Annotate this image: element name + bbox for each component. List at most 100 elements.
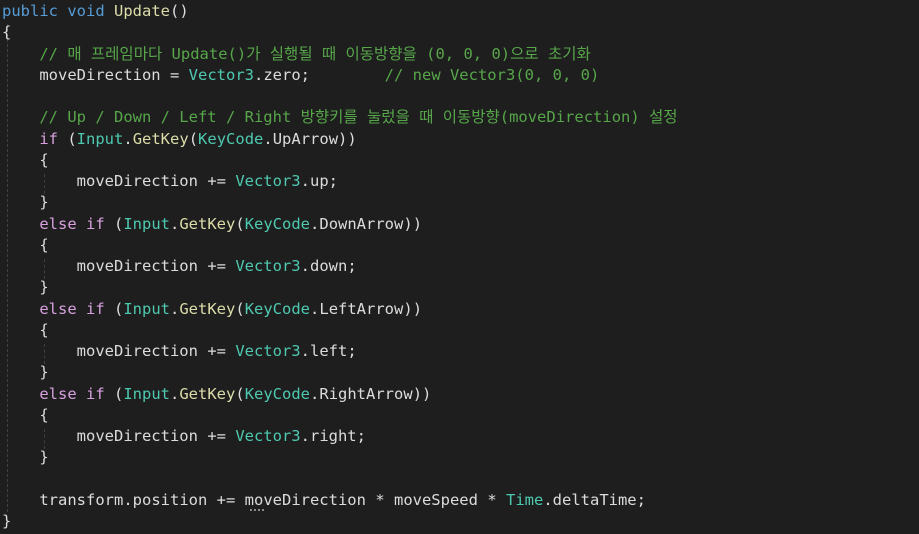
code-token: += xyxy=(197,427,236,445)
code-token: . xyxy=(170,214,180,233)
code-token: KeyCode xyxy=(244,214,311,233)
code-token: KeyCode xyxy=(244,299,311,318)
code-token: * xyxy=(477,490,506,509)
code-token: { xyxy=(2,320,49,339)
code-token: ( xyxy=(104,299,124,318)
code-token: ( xyxy=(104,214,124,233)
code-token: . xyxy=(300,427,310,445)
code-token: Vector3 xyxy=(188,65,254,84)
code-line[interactable]: { xyxy=(2,150,49,171)
code-token: { xyxy=(2,235,49,254)
code-token: Input xyxy=(123,299,170,318)
code-token: . xyxy=(170,299,180,318)
code-token: Vector3 xyxy=(235,427,301,445)
code-token: )) xyxy=(412,384,432,403)
code-token: zero xyxy=(263,65,301,84)
code-token: Input xyxy=(123,214,170,233)
code-line[interactable]: moveDirection += Vector3.up; xyxy=(2,171,338,192)
code-token: left xyxy=(309,342,348,360)
code-token: UpArrow xyxy=(272,129,339,148)
code-token: . xyxy=(310,299,320,318)
code-token: ( xyxy=(188,129,199,148)
code-line[interactable]: public void Update() xyxy=(2,1,189,22)
code-token: . xyxy=(300,342,310,360)
code-line[interactable]: moveDirection += Vector3.down; xyxy=(2,256,357,277)
code-token: } xyxy=(2,448,49,467)
code-token: position xyxy=(132,490,208,509)
code-token: . xyxy=(310,384,320,403)
code-token: . xyxy=(123,490,133,509)
code-token: void xyxy=(67,2,105,20)
code-token: GetKey xyxy=(179,384,236,403)
code-token: Input xyxy=(123,384,170,403)
code-token: moveDirection xyxy=(76,257,198,275)
code-token: { xyxy=(2,23,12,42)
code-line[interactable]: moveDirection = Vector3.zero; // new Vec… xyxy=(2,65,599,86)
code-line[interactable]: // Up / Down / Left / Right 방향키를 눌렀을 때 이… xyxy=(2,107,678,128)
code-token: . xyxy=(123,129,133,148)
code-token: () xyxy=(170,2,189,20)
code-token: ( xyxy=(235,384,245,403)
code-line[interactable]: } xyxy=(2,447,49,468)
code-token: += xyxy=(207,490,245,509)
code-token: // Up / Down / Left / Right 방향키를 눌렀을 때 이… xyxy=(39,108,678,127)
code-line[interactable]: transform.position += moveDirection * mo… xyxy=(2,490,646,511)
code-token: else if xyxy=(39,214,105,233)
code-line[interactable]: } xyxy=(2,192,49,213)
code-token: Time xyxy=(505,490,544,509)
code-line[interactable]: else if (Input.GetKey(KeyCode.LeftArrow)… xyxy=(2,299,422,320)
code-line[interactable]: { xyxy=(2,235,49,256)
code-editor[interactable]: public void Update(){ // 매 프레임마다 Update(… xyxy=(0,0,919,534)
code-token: Vector3 xyxy=(235,172,301,190)
code-token: } xyxy=(2,193,49,212)
code-token: { xyxy=(2,150,49,169)
code-token: . xyxy=(310,214,320,233)
code-line[interactable]: else if (Input.GetKey(KeyCode.DownArrow)… xyxy=(2,214,422,235)
code-token: ; xyxy=(300,65,385,84)
code-token: ; xyxy=(347,257,357,275)
code-token: up xyxy=(309,172,329,190)
code-line[interactable]: { xyxy=(2,405,49,426)
code-token: . xyxy=(263,129,273,148)
code-token: ( xyxy=(235,299,245,318)
code-token: Vector3 xyxy=(235,342,301,360)
code-token: moveDirection xyxy=(76,427,198,445)
code-line[interactable]: { xyxy=(2,320,49,341)
code-token: )) xyxy=(338,129,357,148)
code-token: moveSpeed xyxy=(393,490,478,509)
code-token: { xyxy=(2,405,49,424)
code-token: ( xyxy=(235,214,245,233)
code-line[interactable]: // 매 프레임마다 Update()가 실행될 때 이동방향을 (0, 0, … xyxy=(2,44,590,65)
code-line[interactable]: moveDirection += Vector3.right; xyxy=(2,426,366,447)
code-line[interactable]: { xyxy=(2,22,11,43)
code-line[interactable]: } xyxy=(2,362,49,383)
code-token: GetKey xyxy=(179,214,236,233)
code-token: moveDirection xyxy=(76,172,198,190)
code-line[interactable]: } xyxy=(2,511,11,532)
code-token: += xyxy=(197,257,236,275)
code-line[interactable]: } xyxy=(2,277,48,298)
code-token: moveDirection xyxy=(39,65,161,84)
code-line[interactable]: moveDirection += Vector3.left; xyxy=(2,341,357,362)
code-token: ; xyxy=(328,172,338,190)
code-token: . xyxy=(543,490,553,509)
code-token: } xyxy=(2,363,49,382)
code-token: } xyxy=(2,512,12,530)
code-token: // new Vector3(0, 0, 0) xyxy=(384,65,600,84)
code-token: ( xyxy=(58,129,77,148)
code-token: . xyxy=(170,384,180,403)
code-line[interactable]: if (Input.GetKey(KeyCode.UpArrow)) xyxy=(2,129,357,150)
code-token: else if xyxy=(39,384,105,403)
code-line[interactable]: else if (Input.GetKey(KeyCode.RightArrow… xyxy=(2,384,431,405)
code-token: DownArrow xyxy=(319,214,404,233)
code-token: down xyxy=(309,257,348,275)
